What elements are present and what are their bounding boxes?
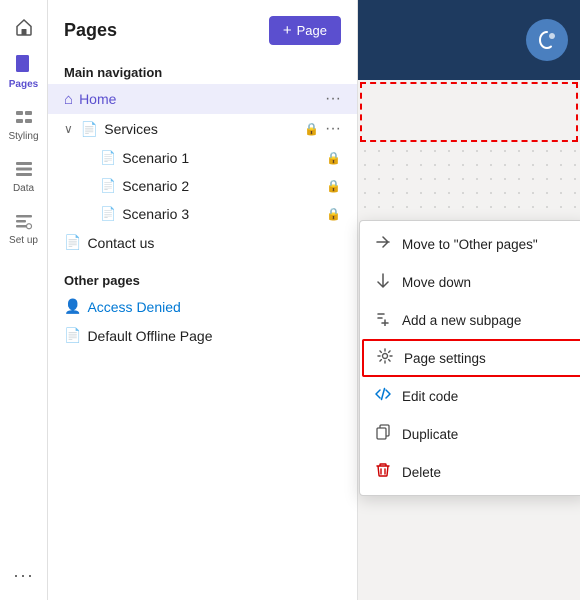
menu-item-edit-code[interactable]: Edit code: [360, 377, 580, 415]
duplicate-icon: [374, 424, 392, 444]
styling-icon: [13, 106, 35, 128]
menu-item-move-down[interactable]: Move down: [360, 263, 580, 301]
other-pages-label: Other pages: [48, 265, 357, 292]
menu-item-move-to-other[interactable]: Move to "Other pages": [360, 225, 580, 263]
home-page-icon: ⌂: [64, 91, 73, 108]
home-icon: [13, 16, 35, 38]
services-label: Services: [104, 121, 296, 137]
scenario2-lock-icon: 🔒: [326, 179, 341, 193]
preview-circle-icon: [526, 19, 568, 61]
sidebar-item-styling[interactable]: Styling: [0, 98, 47, 150]
nav-item-scenario2[interactable]: 📄 Scenario 2 🔒: [48, 172, 357, 200]
menu-item-delete[interactable]: Delete: [360, 453, 580, 491]
scenario1-lock-icon: 🔒: [326, 151, 341, 165]
add-subpage-label: Add a new subpage: [402, 313, 521, 328]
sidebar-item-home[interactable]: [0, 8, 47, 46]
nav-item-contact[interactable]: 📄 Contact us: [48, 228, 357, 257]
add-page-button[interactable]: + Page: [269, 16, 341, 45]
sidebar-item-data[interactable]: Data: [0, 150, 47, 202]
scenario1-label: Scenario 1: [122, 150, 318, 166]
nav-item-access-denied[interactable]: 👤 Access Denied: [48, 292, 357, 321]
scenario3-label: Scenario 3: [122, 206, 318, 222]
expand-arrow-icon: ∨: [64, 122, 73, 136]
page-settings-label: Page settings: [404, 351, 486, 366]
contact-label: Contact us: [87, 235, 341, 251]
preview-content-area: [360, 82, 578, 142]
icon-sidebar: Pages Styling Data: [0, 0, 48, 600]
add-page-label: Page: [297, 23, 327, 38]
sidebar-item-pages[interactable]: Pages: [0, 46, 47, 98]
move-to-other-icon: [374, 234, 392, 254]
services-page-icon: 📄: [81, 121, 98, 138]
main-navigation-label: Main navigation: [48, 57, 357, 84]
sidebar-label-data: Data: [13, 183, 34, 194]
nav-item-home[interactable]: ⌂ Home ···: [48, 84, 357, 114]
delete-label: Delete: [402, 465, 441, 480]
sidebar-label-setup: Set up: [9, 235, 38, 246]
scenario2-icon: 📄: [100, 178, 116, 194]
context-menu: Move to "Other pages" Move down Add a ne…: [359, 220, 580, 496]
sidebar-more-button[interactable]: ···: [13, 565, 34, 600]
offline-label: Default Offline Page: [87, 328, 341, 344]
add-icon: +: [283, 22, 292, 39]
nav-item-scenario3[interactable]: 📄 Scenario 3 🔒: [48, 200, 357, 228]
duplicate-label: Duplicate: [402, 427, 458, 442]
scenario1-icon: 📄: [100, 150, 116, 166]
nav-item-offline[interactable]: 📄 Default Offline Page: [48, 321, 357, 350]
offline-icon: 📄: [64, 327, 81, 344]
access-denied-icon: 👤: [64, 298, 81, 315]
services-lock-icon: 🔒: [304, 122, 319, 136]
menu-item-page-settings[interactable]: Page settings: [362, 339, 580, 377]
home-label: Home: [79, 91, 319, 107]
move-to-other-label: Move to "Other pages": [402, 237, 538, 252]
add-subpage-icon: [374, 310, 392, 330]
edit-code-label: Edit code: [402, 389, 458, 404]
page-settings-icon: [376, 348, 394, 368]
pages-icon: [13, 54, 35, 76]
pages-title: Pages: [64, 20, 117, 41]
sidebar-item-setup[interactable]: Set up: [0, 202, 47, 254]
move-down-icon: [374, 272, 392, 292]
sidebar-label-pages: Pages: [9, 79, 38, 90]
data-icon: [13, 158, 35, 180]
move-down-label: Move down: [402, 275, 471, 290]
nav-item-scenario1[interactable]: 📄 Scenario 1 🔒: [48, 144, 357, 172]
nav-item-services[interactable]: ∨ 📄 Services 🔒 ···: [48, 114, 357, 144]
scenario2-label: Scenario 2: [122, 178, 318, 194]
delete-icon: [374, 462, 392, 482]
preview-header: [358, 0, 580, 80]
menu-item-add-subpage[interactable]: Add a new subpage: [360, 301, 580, 339]
edit-code-icon: [374, 386, 392, 406]
pages-header: Pages + Page: [48, 0, 357, 57]
sidebar-label-styling: Styling: [8, 131, 38, 142]
scenario3-lock-icon: 🔒: [326, 207, 341, 221]
setup-icon: [13, 210, 35, 232]
menu-item-duplicate[interactable]: Duplicate: [360, 415, 580, 453]
access-denied-label: Access Denied: [87, 299, 341, 315]
scenario3-icon: 📄: [100, 206, 116, 222]
pages-panel: Pages + Page Main navigation ⌂ Home ··· …: [48, 0, 358, 600]
home-more-button[interactable]: ···: [325, 90, 341, 108]
services-more-button[interactable]: ···: [325, 120, 341, 138]
contact-page-icon: 📄: [64, 234, 81, 251]
